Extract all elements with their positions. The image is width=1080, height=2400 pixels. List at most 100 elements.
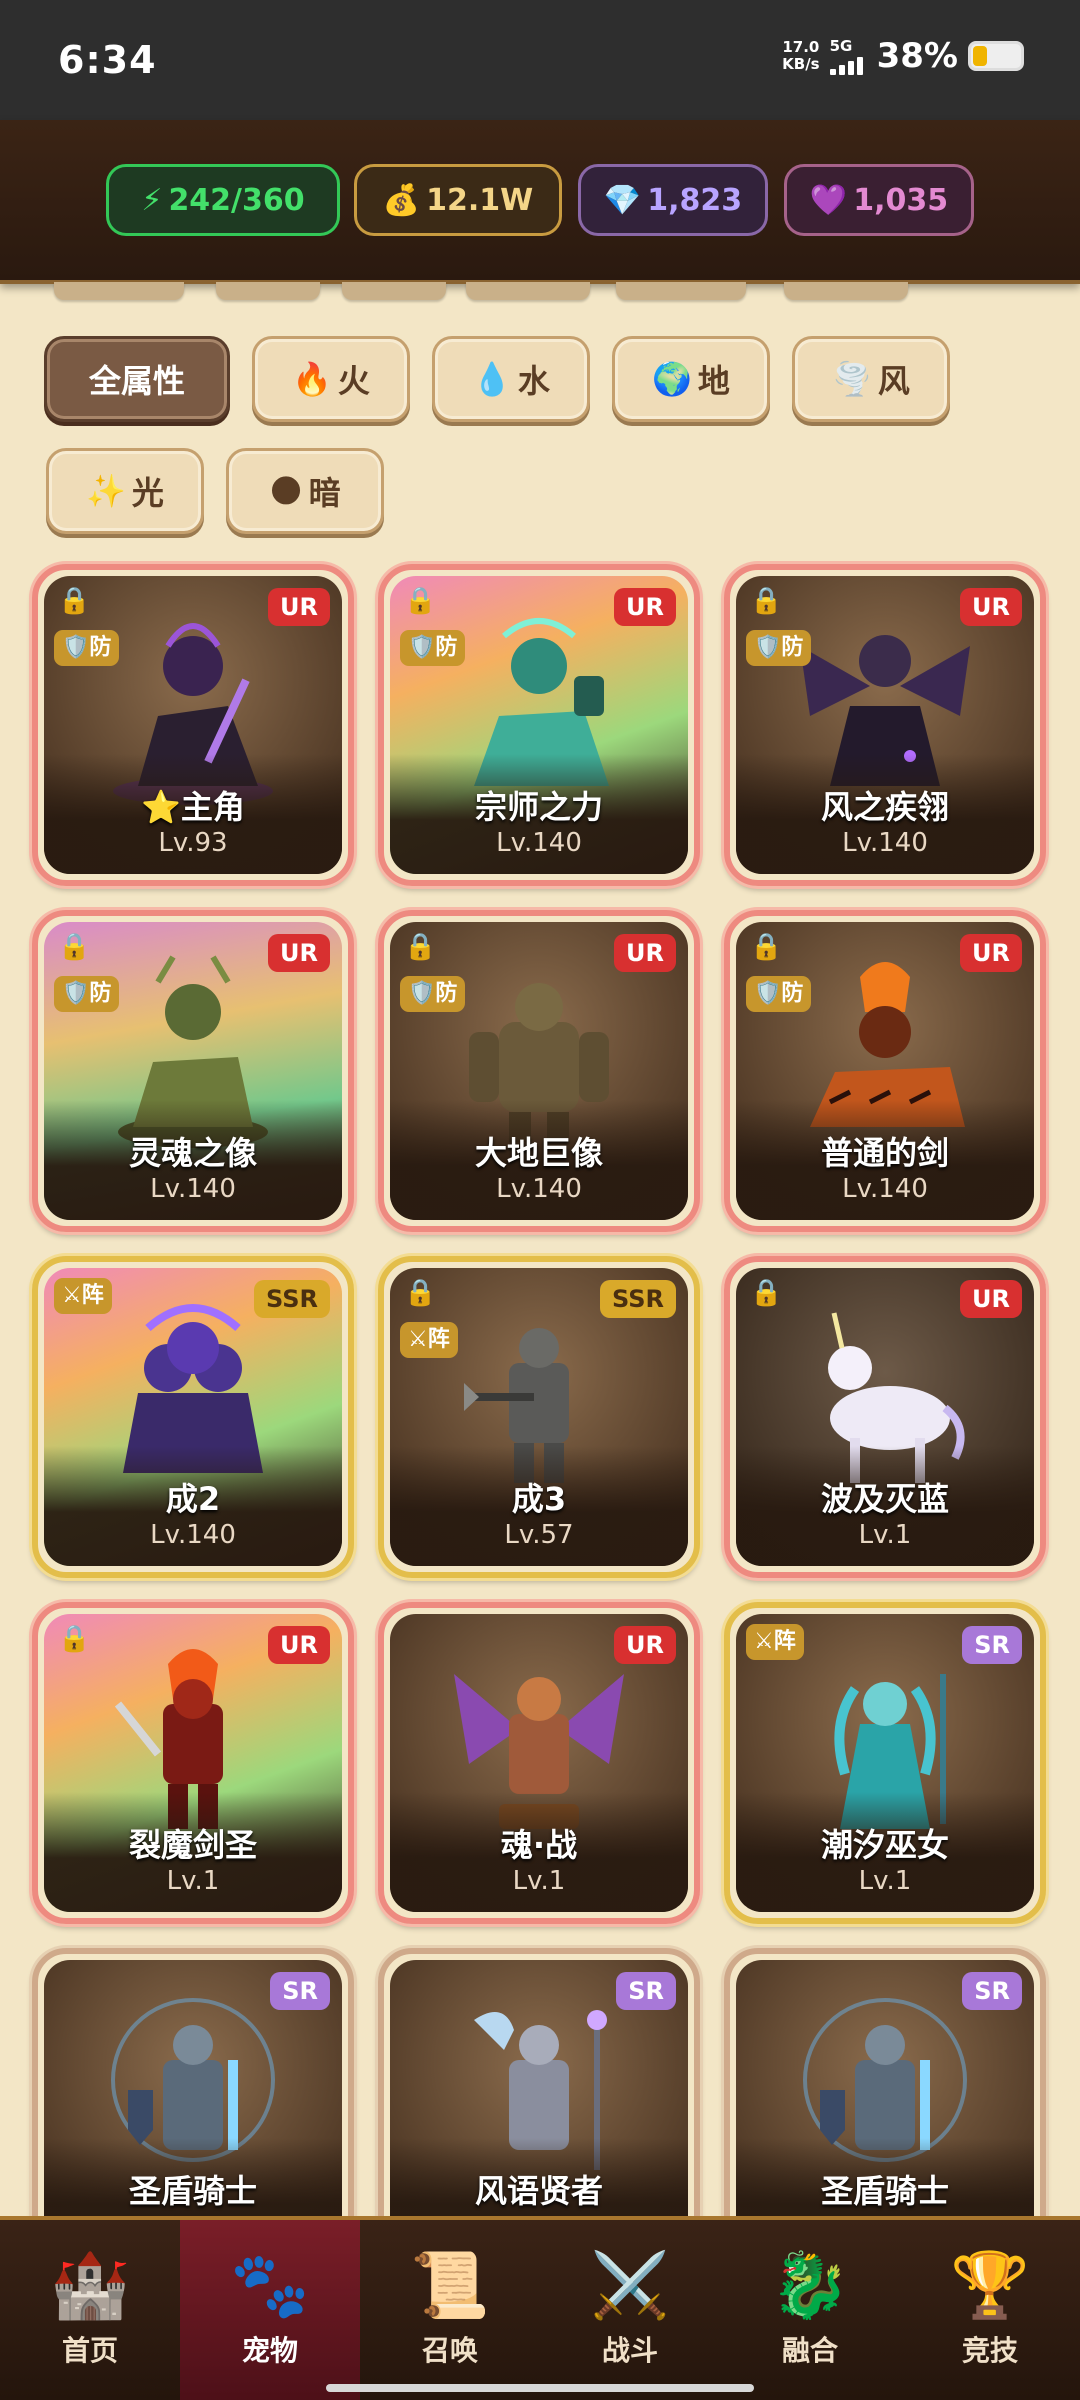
pet-card[interactable]: 🔒 🛡️防 UR 普通的剑 Lv.140 [724,910,1046,1232]
network-type: 5G [829,37,853,55]
nav-battle[interactable]: ⚔️ 战斗 [540,2220,720,2400]
pet-card[interactable]: ⚔阵 SR 潮汐巫女 Lv.1 [724,1602,1046,1924]
rarity-badge: UR [614,934,676,972]
pet-level: Lv.1 [166,1866,220,1896]
filter-label: 水 [517,362,550,400]
money-bag-icon: 💰 [382,182,421,218]
hidden-tab [54,282,184,300]
filter-label: 光 [131,474,164,512]
hidden-tab [342,282,446,300]
rarity-badge: SSR [600,1280,676,1318]
gem-value: 1,823 [647,182,743,218]
pet-name: 宗师之力 [474,788,603,826]
lock-icon: 🔒 [404,586,437,616]
filter-all-attributes[interactable]: 全属性 [44,336,230,422]
rarity-badge: SR [616,1972,676,2010]
lock-icon: 🔒 [58,932,91,962]
hidden-tab [784,282,908,300]
pet-card[interactable]: 🔒 🛡️防 UR ⭐主角 Lv.93 [32,564,354,886]
rarity-badge: UR [268,588,330,626]
rarity-badge: UR [614,588,676,626]
lock-icon: 🔒 [58,586,91,616]
rarity-badge: SSR [254,1280,330,1318]
pet-level: Lv.140 [842,828,928,858]
gold-value: 12.1W [426,182,534,218]
pet-card[interactable]: 🔒 🛡️防 UR 灵魂之像 Lv.140 [32,910,354,1232]
pet-name: 潮汐巫女 [820,1826,949,1864]
defense-tag: 🛡️防 [400,976,466,1012]
rarity-badge: UR [268,934,330,972]
network-speed: 17.0 KB/s [782,39,819,73]
resource-bar: ⚡ 242/360 💰 12.1W 💎 1,823 💜 1,035 [0,120,1080,284]
filter-dark[interactable]: 🌑 暗 [226,448,384,534]
pet-card[interactable]: UR 魂·战 Lv.1 [378,1602,700,1924]
pet-name: 风之疾翎 [820,788,949,826]
filter-earth[interactable]: 🌍 地 [612,336,770,422]
filter-label: 全属性 [88,362,185,400]
nav-pets[interactable]: 🐾 宠物 [180,2220,360,2400]
gold-counter[interactable]: 💰 12.1W [354,164,562,236]
lock-icon: 🔒 [404,1278,437,1308]
pet-card[interactable]: ⚔阵 SSR 成2 Lv.140 [32,1256,354,1578]
defense-tag: 🛡️防 [54,630,120,666]
nav-label: 战斗 [601,2334,658,2367]
nav-label: 宠物 [241,2334,298,2367]
nav-fusion[interactable]: 🐉 融合 [720,2220,900,2400]
scroll-icon: 📜 [410,2249,490,2323]
filter-label: 暗 [308,474,341,512]
gem-counter[interactable]: 💎 1,823 [578,164,768,236]
pet-card[interactable]: 🔒 🛡️防 UR 风之疾翎 Lv.140 [724,564,1046,886]
heart-counter[interactable]: 💜 1,035 [784,164,974,236]
pet-card[interactable]: 🔒 🛡️防 UR 宗师之力 Lv.140 [378,564,700,886]
nav-arena[interactable]: 🏆 竞技 [900,2220,1080,2400]
lock-icon: 🔒 [58,1624,91,1654]
defense-tag: 🛡️防 [746,630,812,666]
crossed-swords-icon: ⚔️ [590,2249,670,2323]
nav-label: 融合 [781,2334,838,2367]
energy-counter[interactable]: ⚡ 242/360 [106,164,340,236]
filter-water[interactable]: 💧 水 [432,336,590,422]
pet-level: Lv.140 [150,1520,236,1550]
formation-tag: ⚔阵 [746,1624,804,1660]
lock-icon: 🔒 [750,1278,783,1308]
filter-wind[interactable]: 🌪️ 风 [792,336,950,422]
trophy-icon: 🏆 [950,2249,1030,2323]
globe-icon: 🌍 [652,360,692,398]
hidden-tab [216,282,320,300]
hidden-tab [466,282,590,300]
filter-light[interactable]: ✨ 光 [46,448,204,534]
defense-tag: 🛡️防 [746,976,812,1012]
rarity-badge: SR [962,1972,1022,2010]
pet-card[interactable]: 🔒 ⚔阵 SSR 成3 Lv.57 [378,1256,700,1578]
rarity-badge: UR [960,1280,1022,1318]
signal-icon: 5G [829,37,863,75]
battery-icon [968,41,1024,71]
pet-level: Lv.57 [504,1520,574,1550]
nav-home[interactable]: 🏰 首页 [0,2220,180,2400]
filter-label: 风 [877,362,910,400]
pet-level: Lv.140 [842,1174,928,1204]
lock-icon: 🔒 [404,932,437,962]
pet-name: 裂魔剑圣 [128,1826,257,1864]
lock-icon: 🔒 [750,586,783,616]
formation-tag: ⚔阵 [54,1278,112,1314]
pet-level: Lv.1 [858,1866,912,1896]
filter-label: 火 [337,362,370,400]
nav-summon[interactable]: 📜 召唤 [360,2220,540,2400]
filter-label: 地 [697,362,730,400]
pet-level: Lv.140 [496,828,582,858]
heart-value: 1,035 [853,182,949,218]
paw-icon: 🐾 [230,2249,310,2323]
filter-fire[interactable]: 🔥 火 [252,336,410,422]
pet-card[interactable]: 🔒 🛡️防 UR 大地巨像 Lv.140 [378,910,700,1232]
pet-name: 成2 [165,1480,221,1518]
energy-value: 242/360 [168,182,305,218]
home-indicator[interactable] [326,2384,754,2392]
pet-card[interactable]: 🔒 UR 波及灭蓝 Lv.1 [724,1256,1046,1578]
pet-name: 大地巨像 [474,1134,603,1172]
tornado-icon: 🌪️ [832,360,872,398]
sparkles-icon: ✨ [86,472,126,510]
pet-card[interactable]: 🔒 UR 裂魔剑圣 Lv.1 [32,1602,354,1924]
pet-name: 灵魂之像 [128,1134,257,1172]
nav-label: 召唤 [421,2334,478,2367]
